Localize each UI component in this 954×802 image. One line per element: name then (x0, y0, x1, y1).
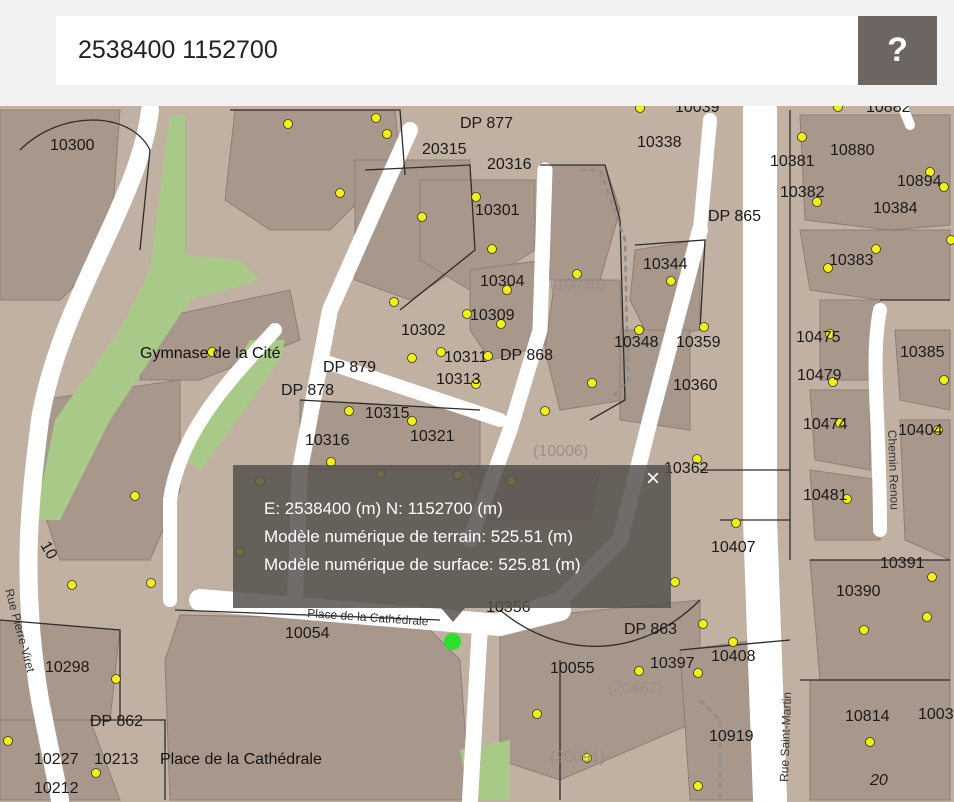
parcel-label: 10298 (45, 659, 90, 676)
parcel-label: 10475 (796, 329, 841, 346)
help-button[interactable]: ? (858, 16, 937, 85)
parcel-label: 10474 (803, 416, 848, 433)
parcel-label: DP 878 (281, 382, 334, 399)
parcel-label: (10006) (533, 443, 588, 460)
parcel-label: 20 (869, 772, 888, 789)
parcel-label: 10397 (650, 655, 695, 672)
parcel-label: 10381 (770, 153, 815, 170)
parcel-label: 10814 (845, 708, 890, 725)
parcel-label: 10039 (675, 106, 720, 116)
parcel-label: 10880 (830, 142, 875, 159)
parcel-label: 10039 (918, 706, 954, 723)
parcel-label: 20315 (422, 141, 467, 158)
parcel-label: 10894 (897, 173, 942, 190)
parcel-label: 10213 (94, 751, 139, 768)
close-icon[interactable]: × (643, 467, 663, 491)
popup-pointer (441, 608, 465, 622)
parcel-label: DP 862 (90, 713, 143, 730)
parcel-label: 10301 (475, 202, 520, 219)
parcel-label: 10882 (866, 106, 911, 116)
place-label: Place de la Cathédrale (160, 751, 322, 768)
popup-terrain-elevation: Modèle numérique de terrain: 525.51 (m) (264, 527, 573, 546)
coordinate-info-popup: × E: 2538400 (m) N: 1152700 (m) Modèle n… (233, 465, 671, 608)
parcel-label: 10054 (285, 625, 330, 642)
parcel-label: DP 877 (460, 115, 513, 132)
map-view[interactable]: 10300 DP 877 20315 20316 10338 10039 108… (0, 106, 954, 802)
parcel-label: 10390 (836, 583, 881, 600)
search-bar: ? (0, 0, 954, 106)
parcel-label: DP 863 (624, 621, 677, 638)
parcel-label: 10407 (711, 539, 756, 556)
popup-coordinates: E: 2538400 (m) N: 1152700 (m) (264, 499, 503, 518)
parcel-label: 10385 (900, 344, 945, 361)
gymnase-label: Gymnase de la Cité (140, 345, 281, 362)
parcel-label: 10055 (550, 660, 595, 677)
parcel-label: 10404 (898, 422, 943, 439)
coordinate-search-input[interactable] (56, 16, 858, 85)
parcel-label: (20091) (550, 749, 605, 766)
parcel-label: 10212 (34, 780, 79, 797)
cadastral-map: 10300 DP 877 20315 20316 10338 10039 108… (0, 106, 954, 802)
parcel-label: 10481 (803, 487, 848, 504)
parcel-label: 10359 (676, 334, 721, 351)
parcel-label: 10408 (711, 648, 756, 665)
parcel-label: 20316 (487, 156, 532, 173)
parcel-label: 10304 (480, 273, 525, 290)
location-marker[interactable] (444, 633, 461, 650)
parcel-label: 10919 (709, 728, 754, 745)
parcel-label: DP 868 (500, 347, 553, 364)
parcel-label: 10384 (873, 200, 918, 217)
parcel-label: (10038) (550, 276, 605, 293)
parcel-label: 10479 (797, 367, 842, 384)
parcel-label: 10360 (673, 377, 718, 394)
parcel-label: 10302 (401, 322, 446, 339)
rue-saint-martin-label: Rue Saint-Martin (777, 692, 794, 782)
parcel-label: 10348 (614, 334, 659, 351)
parcel-label: 10382 (780, 184, 825, 201)
parcel-label: 10316 (305, 432, 350, 449)
parcel-label: 10391 (880, 555, 925, 572)
parcel-label: 10313 (436, 371, 481, 388)
parcel-label: 10383 (829, 252, 874, 269)
parcel-label: 10315 (365, 405, 410, 422)
parcel-label: DP 879 (323, 359, 376, 376)
parcel-label: DP 865 (708, 208, 761, 225)
parcel-label: 10338 (637, 134, 682, 151)
parcel-label: 10227 (34, 751, 79, 768)
parcel-label: 10321 (410, 428, 455, 445)
chemin-renou-label: Chemin Renou (885, 430, 902, 510)
parcel-label: 10309 (470, 307, 515, 324)
parcel-label: 10344 (643, 256, 688, 273)
parcel-label: (20462) (608, 680, 663, 697)
popup-surface-elevation: Modèle numérique de surface: 525.81 (m) (264, 555, 581, 574)
parcel-label: 10300 (50, 137, 95, 154)
parcel-label: 10311 (444, 349, 487, 366)
